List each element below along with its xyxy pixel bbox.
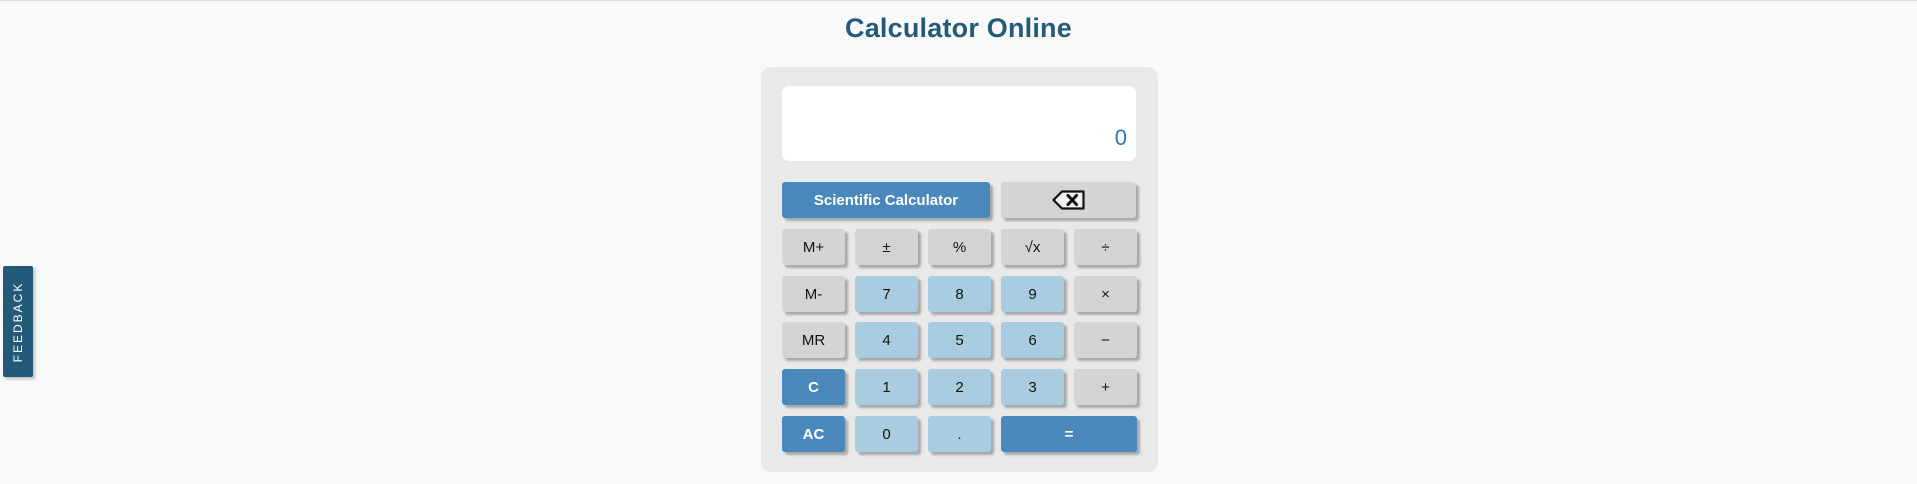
digit-2-button[interactable]: 2	[928, 369, 991, 405]
memory-plus-button[interactable]: M+	[782, 229, 845, 265]
page-title: Calculator Online	[845, 13, 1072, 43]
add-button[interactable]: +	[1074, 369, 1137, 405]
plus-minus-button[interactable]: ±	[855, 229, 918, 265]
memory-recall-button[interactable]: MR	[782, 322, 845, 358]
digit-8-button[interactable]: 8	[928, 276, 991, 312]
multiply-button[interactable]: ×	[1074, 276, 1137, 312]
subtract-button[interactable]: −	[1074, 322, 1137, 358]
digit-7-button[interactable]: 7	[855, 276, 918, 312]
scientific-calculator-button[interactable]: Scientific Calculator	[782, 182, 990, 218]
feedback-tab[interactable]: FEEDBACK	[3, 266, 33, 377]
feedback-label: FEEDBACK	[11, 281, 25, 362]
digit-1-button[interactable]: 1	[855, 369, 918, 405]
backspace-icon	[1051, 190, 1086, 210]
calculator: 0 Scientific Calculator M+ ± % √x ÷ M- 7…	[761, 67, 1158, 472]
decimal-button[interactable]: .	[928, 416, 991, 452]
digit-4-button[interactable]: 4	[855, 322, 918, 358]
clear-button[interactable]: C	[782, 369, 845, 405]
percent-button[interactable]: %	[928, 229, 991, 265]
calculator-display: 0	[782, 86, 1136, 161]
square-root-button[interactable]: √x	[1001, 229, 1064, 265]
digit-9-button[interactable]: 9	[1001, 276, 1064, 312]
equals-button[interactable]: =	[1001, 416, 1137, 452]
digit-5-button[interactable]: 5	[928, 322, 991, 358]
divide-button[interactable]: ÷	[1074, 229, 1137, 265]
all-clear-button[interactable]: AC	[782, 416, 845, 452]
memory-minus-button[interactable]: M-	[782, 276, 845, 312]
digit-3-button[interactable]: 3	[1001, 369, 1064, 405]
backspace-button[interactable]	[1001, 182, 1136, 218]
digit-0-button[interactable]: 0	[855, 416, 918, 452]
digit-6-button[interactable]: 6	[1001, 322, 1064, 358]
display-value: 0	[1114, 125, 1127, 150]
